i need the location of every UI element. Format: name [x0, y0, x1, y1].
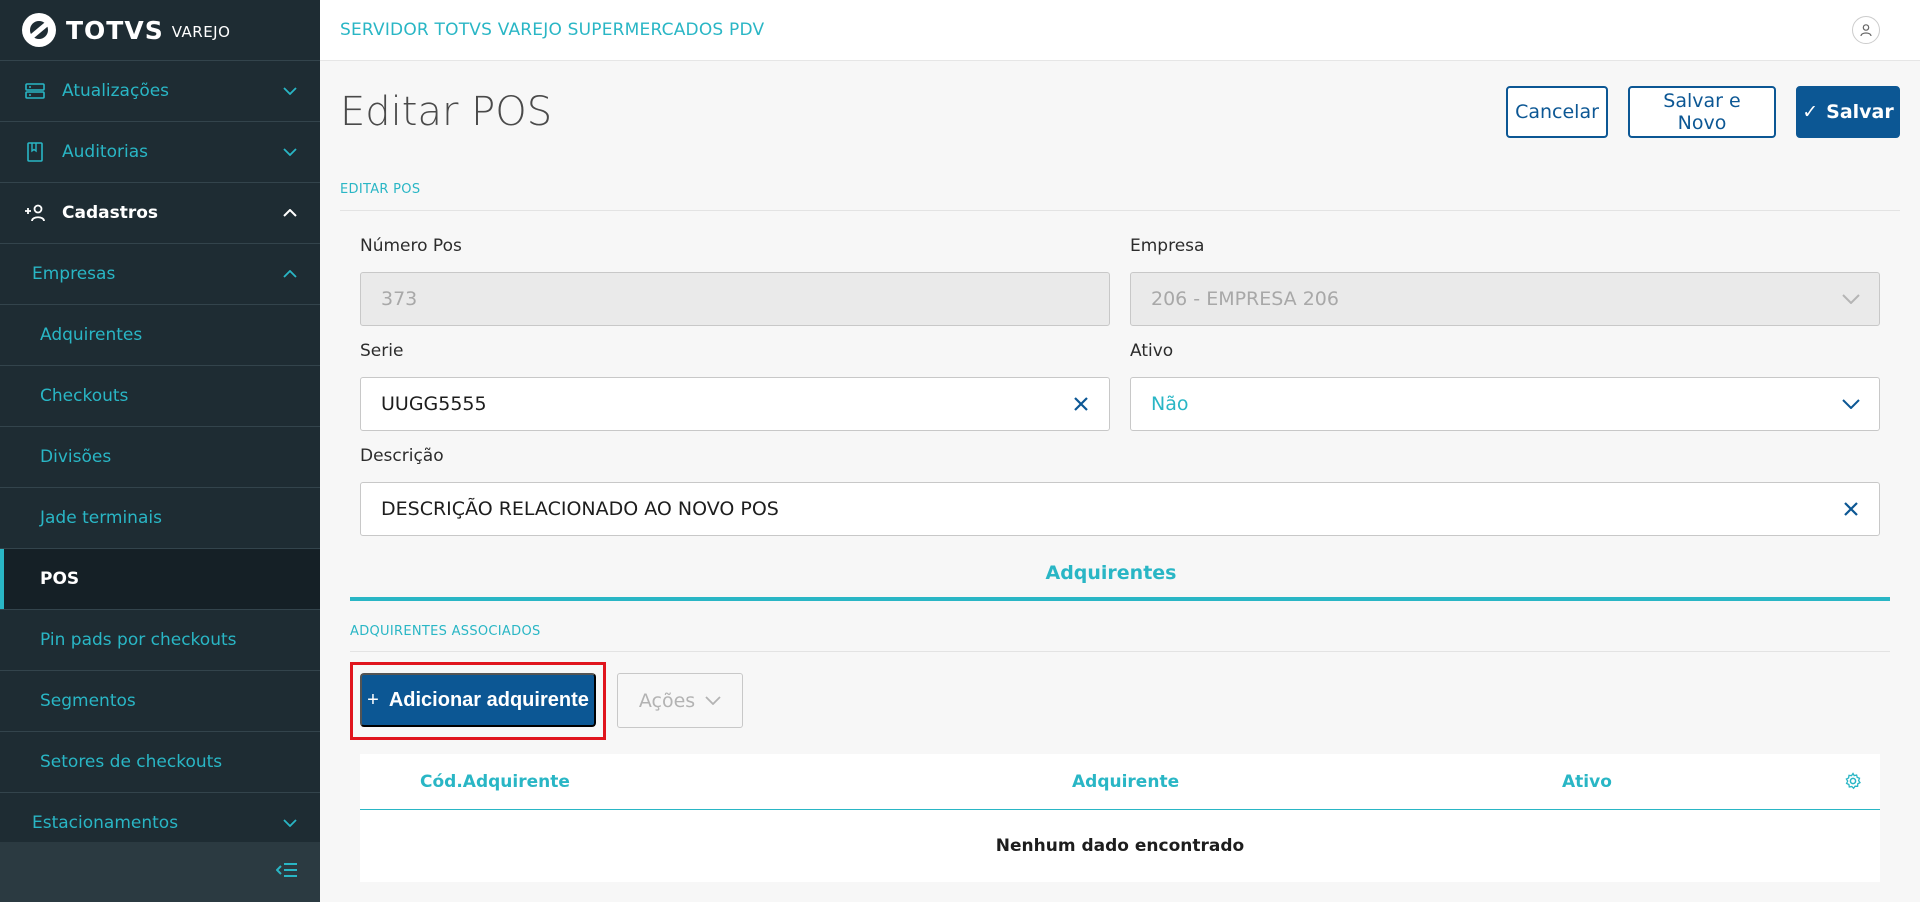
- sidebar-item-pos[interactable]: POS: [0, 549, 320, 610]
- gear-icon[interactable]: [1844, 772, 1862, 795]
- numero-pos-field: 373: [360, 272, 1110, 326]
- totvs-logo-icon: [22, 13, 56, 47]
- sidebar-item-checkouts[interactable]: Checkouts: [0, 366, 320, 427]
- sidebar-item-pin-pads[interactable]: Pin pads por checkouts: [0, 610, 320, 671]
- adquirentes-table: Cód.Adquirente Adquirente Ativo Nenhum d…: [360, 754, 1880, 882]
- empresa-value: 206 - EMPRESA 206: [1151, 288, 1339, 310]
- divider: [340, 210, 1900, 211]
- chevron-down-icon: [1823, 294, 1879, 304]
- save-button-label: Salvar: [1826, 101, 1894, 123]
- check-icon: ✓: [1802, 101, 1819, 123]
- sidebar-item-label: Setores de checkouts: [40, 752, 223, 772]
- cancel-button[interactable]: Cancelar: [1506, 86, 1608, 138]
- app-title: SERVIDOR TOTVS VAREJO SUPERMERCADOS PDV: [340, 20, 765, 40]
- chevron-up-icon: [260, 270, 320, 278]
- sidebar-item-setores-checkouts[interactable]: Setores de checkouts: [0, 732, 320, 793]
- sidebar-item-adquirentes[interactable]: Adquirentes: [0, 305, 320, 366]
- chevron-down-icon: [1823, 399, 1879, 409]
- descricao-input[interactable]: DESCRIÇÃO RELACIONADO AO NOVO POS: [360, 482, 1880, 536]
- add-user-icon: [24, 204, 46, 222]
- column-header-ativo[interactable]: Ativo: [1562, 772, 1612, 792]
- chevron-down-icon: [260, 819, 320, 827]
- user-icon: [1860, 24, 1872, 37]
- column-header-adquirente[interactable]: Adquirente: [1072, 772, 1179, 792]
- sidebar-item-label: Adquirentes: [40, 325, 143, 345]
- sidebar-item-label: Auditorias: [62, 142, 148, 162]
- ativo-value: Não: [1151, 393, 1189, 415]
- descricao-label: Descrição: [360, 446, 444, 466]
- page-title: Editar POS: [340, 89, 553, 135]
- user-avatar[interactable]: [1852, 16, 1880, 44]
- sidebar-item-divisoes[interactable]: Divisões: [0, 427, 320, 488]
- table-header: Cód.Adquirente Adquirente Ativo: [360, 754, 1880, 810]
- serie-value: UUGG5555: [381, 393, 487, 415]
- sidebar-item-atualizacoes[interactable]: Atualizações: [0, 61, 320, 122]
- actions-label: Ações: [638, 689, 696, 712]
- sidebar-item-label: Pin pads por checkouts: [40, 630, 237, 650]
- section-label-adquirentes: ADQUIRENTES ASSOCIADOS: [350, 624, 541, 639]
- sidebar-footer: [0, 842, 320, 902]
- empresa-select: 206 - EMPRESA 206: [1130, 272, 1880, 326]
- page-header: Editar POS Cancelar Salvar e Novo ✓ Salv…: [340, 82, 1900, 142]
- sidebar-item-label: Cadastros: [62, 203, 159, 223]
- sidebar-item-auditorias[interactable]: Auditorias: [0, 122, 320, 183]
- sidebar-item-label: Checkouts: [40, 386, 129, 406]
- book-icon: [24, 142, 46, 162]
- chevron-up-icon: [260, 209, 320, 217]
- sidebar-item-label: Divisões: [40, 447, 112, 467]
- clear-icon[interactable]: [1053, 396, 1109, 412]
- ativo-select[interactable]: Não: [1130, 377, 1880, 431]
- save-and-new-button[interactable]: Salvar e Novo: [1628, 86, 1776, 138]
- brand-logo[interactable]: TOTVS VAREJO: [0, 0, 320, 61]
- divider: [350, 651, 1890, 652]
- actions-button[interactable]: Ações: [617, 673, 743, 728]
- sidebar-item-empresas[interactable]: Empresas: [0, 244, 320, 305]
- server-icon: [24, 83, 46, 99]
- chevron-down-icon: [260, 87, 320, 95]
- chevron-down-icon: [705, 696, 721, 705]
- plus-icon: +: [367, 688, 379, 711]
- column-header-cod[interactable]: Cód.Adquirente: [420, 772, 570, 792]
- serie-input[interactable]: UUGG5555: [360, 377, 1110, 431]
- section-label-editar-pos: EDITAR POS: [340, 182, 421, 197]
- add-adquirente-label: Adicionar adquirente: [388, 688, 589, 711]
- sidebar: TOTVS VAREJO Atualizações Auditorias Cad…: [0, 0, 320, 902]
- topbar: SERVIDOR TOTVS VAREJO SUPERMERCADOS PDV: [320, 0, 1920, 61]
- brand-name: TOTVS: [66, 15, 164, 45]
- serie-label: Serie: [360, 341, 404, 361]
- empresa-label: Empresa: [1130, 236, 1205, 256]
- clear-icon[interactable]: [1823, 501, 1879, 517]
- numero-pos-label: Número Pos: [360, 236, 462, 256]
- sidebar-item-label: POS: [40, 569, 80, 589]
- sidebar-item-label: Empresas: [32, 264, 116, 284]
- sidebar-item-label: Jade terminais: [40, 508, 162, 528]
- add-adquirente-button[interactable]: + Adicionar adquirente: [360, 673, 596, 727]
- numero-pos-value: 373: [381, 288, 418, 310]
- sidebar-item-segmentos[interactable]: Segmentos: [0, 671, 320, 732]
- tab-adquirentes[interactable]: Adquirentes: [326, 562, 1896, 584]
- sidebar-item-jade-terminais[interactable]: Jade terminais: [0, 488, 320, 549]
- sidebar-item-cadastros[interactable]: Cadastros: [0, 183, 320, 244]
- chevron-down-icon: [260, 148, 320, 156]
- descricao-value: DESCRIÇÃO RELACIONADO AO NOVO POS: [381, 498, 779, 520]
- main-content: SERVIDOR TOTVS VAREJO SUPERMERCADOS PDV …: [320, 0, 1920, 902]
- sidebar-item-label: Estacionamentos: [32, 813, 179, 833]
- save-button[interactable]: ✓ Salvar: [1796, 86, 1900, 138]
- sidebar-item-label: Atualizações: [62, 81, 170, 101]
- tab-indicator: [350, 597, 1890, 601]
- sidebar-item-label: Segmentos: [40, 691, 136, 711]
- ativo-label: Ativo: [1130, 341, 1174, 361]
- brand-sub: VAREJO: [171, 23, 231, 41]
- collapse-menu-icon[interactable]: [275, 862, 298, 882]
- empty-message: Nenhum dado encontrado: [995, 836, 1245, 856]
